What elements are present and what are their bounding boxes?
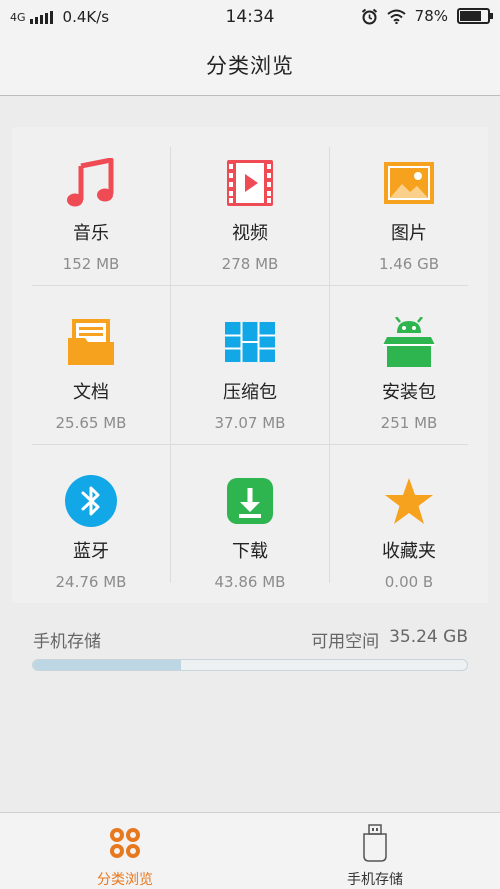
music-note-icon (67, 158, 114, 207)
category-size: 43.86 MB (214, 573, 286, 591)
phone-storage-icon (363, 824, 387, 862)
category-size: 37.07 MB (214, 414, 286, 432)
nav-label: 分类浏览 (97, 872, 153, 888)
category-size: 152 MB (62, 255, 120, 273)
category-favorites[interactable]: 收藏夹 0.00 B (330, 445, 488, 603)
star-icon (385, 478, 433, 524)
category-downloads[interactable]: 下载 43.86 MB (171, 445, 329, 603)
category-label: 安装包 (382, 382, 436, 403)
battery-fill (460, 11, 481, 21)
category-label: 视频 (232, 223, 268, 244)
status-bar: 4G 0.4K/s 14:34 78% (0, 0, 500, 34)
folder-document-icon (68, 319, 114, 365)
category-documents[interactable]: 文档 25.65 MB (12, 286, 170, 444)
page-title: 分类浏览 (206, 53, 294, 78)
category-label: 压缩包 (223, 382, 277, 403)
category-images[interactable]: 图片 1.46 GB (330, 127, 488, 285)
category-size: 25.65 MB (55, 414, 127, 432)
category-grid: 音乐 152 MB 视频 278 MB 图片 1.46 GB 文档 25.65 … (12, 127, 488, 603)
archive-icon (225, 322, 275, 362)
header: 分类浏览 (0, 34, 500, 96)
storage-free: 可用空间 35.24 GB (311, 627, 468, 652)
battery-icon (457, 8, 493, 24)
category-bluetooth[interactable]: 蓝牙 24.76 MB (12, 445, 170, 603)
category-size: 1.46 GB (378, 255, 440, 273)
wifi-icon (387, 9, 406, 24)
storage-label: 手机存储 (33, 632, 101, 652)
storage-free-value: 35.24 GB (389, 627, 468, 647)
image-icon (384, 162, 434, 204)
android-package-icon (383, 317, 435, 367)
category-label: 文档 (73, 382, 109, 403)
storage-usage-fill (33, 660, 181, 670)
category-label: 蓝牙 (73, 541, 109, 562)
bottom-nav: 分类浏览 手机存储 (0, 812, 500, 889)
category-packages[interactable]: 安装包 251 MB (330, 286, 488, 444)
category-size: 24.76 MB (55, 573, 127, 591)
storage-free-label: 可用空间 (311, 632, 380, 652)
storage-usage-bar (32, 659, 468, 671)
video-icon (227, 160, 273, 206)
category-archives[interactable]: 压缩包 37.07 MB (171, 286, 329, 444)
category-label: 收藏夹 (382, 541, 436, 562)
alarm-icon (361, 8, 377, 24)
category-label: 图片 (391, 223, 427, 244)
category-size: 0.00 B (384, 573, 434, 591)
bluetooth-icon (65, 475, 117, 527)
tab-category-browse[interactable]: 分类浏览 (0, 813, 250, 889)
category-label: 音乐 (73, 223, 109, 244)
category-size: 278 MB (221, 255, 279, 273)
category-video[interactable]: 视频 278 MB (171, 127, 329, 285)
category-music[interactable]: 音乐 152 MB (12, 127, 170, 285)
status-right: 78% (361, 7, 493, 25)
category-grid-icon (110, 828, 140, 858)
category-label: 下载 (232, 541, 268, 562)
category-size: 251 MB (380, 414, 438, 432)
tab-phone-storage[interactable]: 手机存储 (250, 813, 500, 889)
nav-label: 手机存储 (347, 872, 403, 888)
battery-percent: 78% (414, 7, 448, 25)
download-icon (227, 478, 273, 524)
